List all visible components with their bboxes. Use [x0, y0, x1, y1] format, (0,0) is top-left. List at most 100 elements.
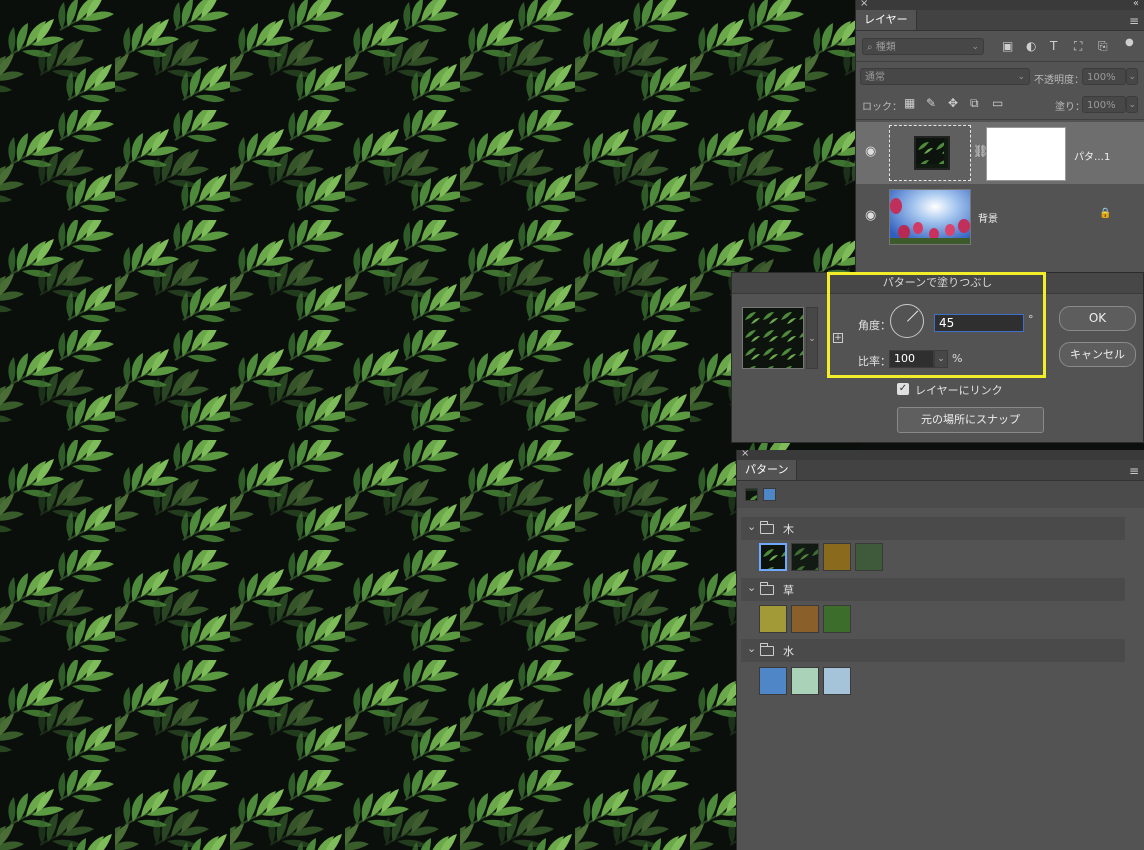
snap-to-origin-button[interactable]: 元の場所にスナップ [897, 407, 1044, 433]
layer-name[interactable]: 背景 [978, 210, 998, 225]
degree-symbol: ° [1028, 313, 1034, 326]
lock-label: ロック： [862, 102, 902, 113]
layer-row-background[interactable]: ◉ 背景 🔒 [856, 186, 1144, 248]
tulip-photo [890, 190, 970, 244]
link-with-layer-checkbox[interactable]: ✓ [897, 383, 909, 395]
pattern-group-header[interactable]: ⌄ 草 [741, 578, 1125, 601]
panel-top-bar: × « [856, 0, 1144, 10]
pattern-swatch[interactable] [855, 543, 883, 571]
chevron-down-icon: ⌄ [747, 520, 757, 533]
dialog-title: パターンで塗りつぶし [732, 273, 1143, 294]
panel-menu-icon[interactable]: ≡ [1129, 14, 1139, 28]
layer-mask-thumbnail[interactable] [986, 127, 1066, 181]
pattern-swatch[interactable] [759, 605, 787, 633]
check-icon: ✓ [898, 383, 908, 394]
blend-mode-value: 通常 [865, 72, 885, 83]
pattern-layer-thumbnail[interactable] [889, 125, 971, 181]
opacity-label: 不透明度： [1034, 75, 1084, 86]
angle-label: 角度： [858, 319, 891, 332]
close-icon[interactable]: × [860, 0, 868, 9]
pattern-swatch[interactable] [791, 605, 819, 633]
search-icon: ⌕ [867, 42, 876, 53]
lock-all-icon[interactable]: ▭ [992, 96, 1003, 110]
pattern-fill-dialog: パターンで塗りつぶし ⌄ + 角度： 45 ° 比率： 100 ⌄ % OK キ… [731, 272, 1144, 443]
pattern-picker-button[interactable]: ⌄ [806, 307, 818, 369]
filter-toggle-icon[interactable]: ● [1125, 37, 1134, 48]
tab-layers[interactable]: レイヤー [856, 10, 917, 30]
lock-position-icon[interactable]: ✥ [948, 96, 958, 110]
plus-icon: + [834, 333, 842, 343]
lock-paint-icon[interactable]: ✎ [926, 96, 936, 110]
recent-patterns-strip [737, 481, 1144, 508]
opacity-dropdown[interactable]: ⌄ [1126, 68, 1138, 85]
collapse-icon[interactable]: « [1133, 0, 1139, 9]
scale-label: 比率： [858, 355, 891, 368]
eye-icon[interactable]: ◉ [865, 144, 876, 159]
shape-filter-icon[interactable]: ⛶ [1074, 39, 1082, 54]
chevron-down-icon: ⌄ [1128, 100, 1136, 110]
pattern-swatch-thumb [792, 544, 818, 570]
layer-name[interactable]: パタ…1 [1074, 148, 1110, 163]
ok-button[interactable]: OK [1059, 306, 1136, 331]
smart-object-filter-icon[interactable]: ⎘ [1098, 39, 1108, 54]
angle-dial-needle [907, 310, 919, 322]
close-icon[interactable]: × [741, 448, 749, 459]
pattern-group-name: 水 [783, 645, 794, 658]
percent-symbol: % [952, 352, 963, 365]
panel-menu-icon[interactable]: ≡ [1129, 464, 1139, 478]
layers-panel: × « レイヤー ≡ ⌕ 種類 ⌄ ▣ ◐ T ⛶ ⎘ ● 通常 ⌄ 不透明度：… [855, 0, 1144, 272]
pattern-group-name: 草 [783, 584, 794, 597]
pattern-swatch[interactable] [791, 543, 819, 571]
folder-icon [760, 521, 774, 534]
pattern-swatch[interactable] [759, 667, 787, 695]
folder-icon [760, 643, 774, 656]
blend-mode-select[interactable]: 通常 ⌄ [860, 68, 1030, 85]
recent-pattern-thumb [746, 491, 757, 500]
angle-dial[interactable] [890, 304, 924, 338]
scale-dropdown[interactable]: ⌄ [934, 350, 948, 368]
fill-value: 100% [1087, 100, 1116, 111]
recent-pattern-swatch[interactable] [763, 488, 776, 501]
layer-filter-select[interactable]: ⌕ 種類 ⌄ [862, 38, 984, 55]
new-preset-button[interactable]: + [833, 333, 843, 343]
angle-input[interactable]: 45 [934, 314, 1024, 332]
link-with-layer-label[interactable]: レイヤーにリンク [915, 382, 1003, 398]
chevron-down-icon: ⌄ [808, 334, 816, 344]
pattern-group-header[interactable]: ⌄ 水 [741, 639, 1125, 662]
pattern-group-header[interactable]: ⌄ 木 [741, 517, 1125, 540]
background-layer-thumbnail[interactable] [889, 189, 971, 245]
cancel-button[interactable]: キャンセル [1059, 342, 1136, 367]
pattern-preview[interactable] [742, 307, 804, 369]
opacity-field[interactable]: 100% [1082, 68, 1126, 85]
layer-row-pattern[interactable]: ◉ ⛓ パタ…1 [856, 122, 1144, 184]
lock-transparency-icon[interactable]: ▦ [904, 96, 915, 110]
chevron-down-icon: ⌄ [1128, 72, 1136, 82]
divider [856, 119, 1144, 120]
chevron-down-icon: ⌄ [937, 354, 945, 364]
tab-patterns[interactable]: パターン [737, 460, 798, 480]
pattern-swatch[interactable] [759, 543, 787, 571]
pattern-swatch-thumb [761, 545, 785, 569]
pattern-swatch[interactable] [823, 667, 851, 695]
divider [856, 61, 1144, 62]
lock-icon[interactable]: 🔒 [1099, 208, 1111, 219]
image-filter-icon[interactable]: ▣ [1002, 39, 1013, 53]
fill-field[interactable]: 100% [1082, 96, 1126, 113]
adjustment-filter-icon[interactable]: ◐ [1026, 39, 1036, 53]
chevron-down-icon: ⌄ [747, 581, 757, 594]
type-filter-icon[interactable]: T [1050, 39, 1057, 53]
opacity-value: 100% [1087, 72, 1116, 83]
pattern-fill-swatch [916, 138, 944, 164]
recent-pattern-swatch[interactable] [745, 488, 758, 501]
scale-input[interactable]: 100 [889, 350, 934, 368]
lock-artboard-icon[interactable]: ⧉ [970, 96, 979, 111]
pattern-swatch[interactable] [823, 605, 851, 633]
fill-dropdown[interactable]: ⌄ [1126, 96, 1138, 113]
chevron-down-icon: ⌄ [747, 642, 757, 655]
pattern-swatch[interactable] [823, 543, 851, 571]
eye-icon[interactable]: ◉ [865, 208, 876, 223]
folder-icon [760, 582, 774, 595]
pattern-fill-icon [914, 136, 950, 170]
pattern-swatch[interactable] [791, 667, 819, 695]
layers-tab-bar: レイヤー ≡ [856, 10, 1144, 31]
